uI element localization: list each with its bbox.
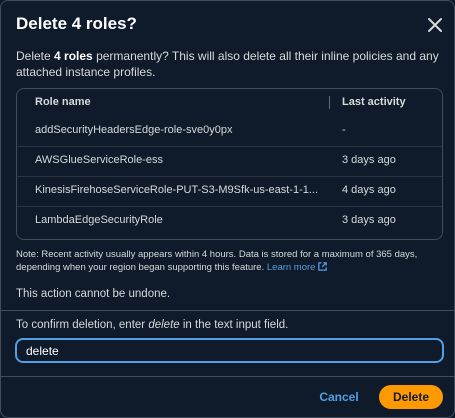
learn-more-link[interactable]: Learn more [267, 262, 329, 273]
note-text: Note: Recent activity usually appears wi… [16, 249, 418, 273]
activity-note: Note: Recent activity usually appears wi… [16, 248, 444, 274]
role-name-cell: addSecurityHeadersEdge-role-sve0y0px [35, 124, 233, 136]
last-activity-cell: 3 days ago [342, 214, 396, 226]
row-divider [17, 206, 442, 207]
learn-more-label: Learn more [266, 262, 316, 273]
external-link-icon [318, 262, 328, 271]
confirm-prefix: To confirm deletion, enter [16, 319, 149, 331]
table-row: KinesisFirehoseServiceRole-PUT-S3-M9Sfk-… [17, 176, 442, 205]
dialog-title: Delete 4 roles? [16, 14, 137, 33]
column-header-last-activity[interactable]: Last activity [342, 89, 406, 115]
dialog-description: Delete 4 roles permanently? This will al… [16, 48, 441, 80]
confirm-suffix: in the text input field. [179, 319, 289, 331]
role-name-cell: KinesisFirehoseServiceRole-PUT-S3-M9Sfk-… [35, 184, 318, 196]
table-row: LambdaEdgeSecurityRole 3 days ago [17, 206, 442, 235]
column-divider[interactable] [329, 96, 330, 109]
description-prefix: Delete [16, 49, 55, 63]
confirm-delete-input[interactable] [15, 338, 444, 363]
close-icon [428, 18, 442, 32]
row-divider [17, 176, 442, 177]
last-activity-cell: 4 days ago [342, 184, 396, 196]
close-button[interactable] [425, 15, 445, 35]
confirm-instruction: To confirm deletion, enter delete in the… [16, 319, 288, 331]
footer-divider [1, 376, 454, 377]
dialog-header: Delete 4 roles? [1, 1, 454, 41]
row-divider [17, 146, 442, 147]
roles-table: Role name Last activity addSecurityHeade… [16, 88, 443, 240]
table-row: AWSGlueServiceRole-ess 3 days ago [17, 146, 442, 175]
confirm-keyword: delete [148, 319, 180, 331]
column-header-role-name[interactable]: Role name [35, 89, 91, 115]
last-activity-cell: 3 days ago [342, 154, 396, 166]
role-name-cell: AWSGlueServiceRole-ess [35, 154, 163, 166]
cancel-button[interactable]: Cancel [313, 385, 365, 409]
delete-button[interactable]: Delete [379, 385, 443, 409]
section-divider [1, 310, 454, 311]
role-name-cell: LambdaEdgeSecurityRole [35, 214, 163, 226]
warning-text: This action cannot be undone. [16, 288, 171, 300]
description-count: 4 roles [54, 49, 93, 63]
last-activity-cell: - [342, 124, 346, 136]
delete-roles-dialog: Delete 4 roles? Delete 4 roles permanent… [0, 0, 455, 418]
table-row: addSecurityHeadersEdge-role-sve0y0px - [17, 116, 442, 145]
